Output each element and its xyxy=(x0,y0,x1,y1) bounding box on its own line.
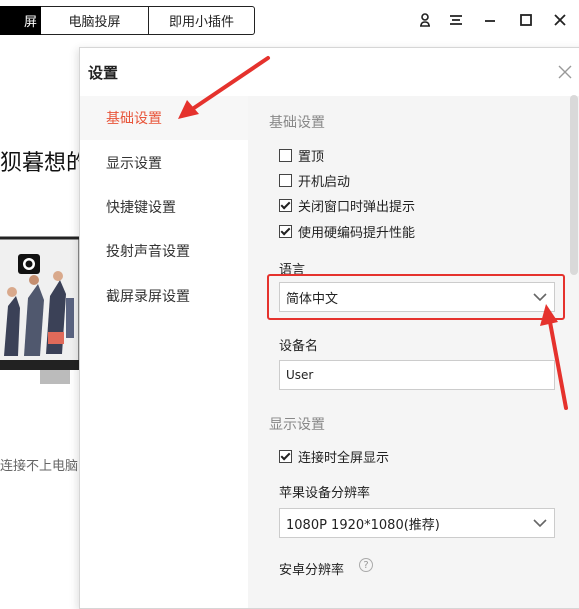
android-resolution-label: 安卓分辨率 xyxy=(279,563,345,578)
checkbox-always-on-top[interactable]: 置顶 xyxy=(279,146,324,165)
apple-resolution-select[interactable]: 1080P 1920*1080(推荐) xyxy=(279,508,555,538)
settings-content: 基础设置 置顶 开机启动 关闭窗口时弹出提示 使用硬编码提升性能 语言 简体中文… xyxy=(248,96,579,608)
section-title-basic: 基础设置 xyxy=(269,115,325,131)
nav-capture-settings[interactable]: 截屏录屏设置 xyxy=(80,274,248,318)
checkbox-close-prompt[interactable]: 关闭窗口时弹出提示 xyxy=(279,196,415,215)
maximize-icon[interactable] xyxy=(516,10,536,30)
device-name-input[interactable]: User xyxy=(279,360,555,390)
section-title-display: 显示设置 xyxy=(269,417,325,433)
checkbox-label: 使用硬编码提升性能 xyxy=(298,226,416,241)
checkbox-box[interactable] xyxy=(279,450,292,463)
dialog-close-icon[interactable] xyxy=(556,63,574,81)
nav-audio-settings[interactable]: 投射声音设置 xyxy=(80,229,248,273)
device-name-label: 设备名 xyxy=(279,339,319,354)
close-icon[interactable] xyxy=(550,10,570,30)
menu-icon[interactable] xyxy=(446,10,466,30)
checkbox-box[interactable] xyxy=(279,225,292,238)
apple-resolution-value: 1080P 1920*1080(推荐) xyxy=(286,517,440,533)
background-note: 连接不上电脑 xyxy=(0,459,79,474)
checkbox-label: 关闭窗口时弹出提示 xyxy=(298,200,416,215)
nav-basic-settings[interactable]: 基础设置 xyxy=(80,96,248,140)
checkbox-hardware-encoding[interactable]: 使用硬编码提升性能 xyxy=(279,222,415,241)
checkbox-box[interactable] xyxy=(279,149,292,162)
user-icon[interactable] xyxy=(415,10,435,30)
dialog-title: 设置 xyxy=(88,64,119,82)
settings-sidebar: 基础设置 显示设置 快捷键设置 投射声音设置 截屏录屏设置 xyxy=(80,96,248,608)
checkbox-fullscreen-on-connect[interactable]: 连接时全屏显示 xyxy=(279,447,389,466)
highlight-box xyxy=(267,274,565,320)
illustration-image xyxy=(0,214,82,386)
help-icon[interactable]: ? xyxy=(359,558,373,572)
checkbox-box[interactable] xyxy=(279,199,292,212)
nav-display-settings[interactable]: 显示设置 xyxy=(80,141,248,185)
tab-pc-cast[interactable]: 电脑投屏 xyxy=(41,6,149,35)
tab-plugins[interactable]: 即用小插件 xyxy=(149,6,255,35)
checkbox-label: 置顶 xyxy=(298,150,325,165)
scrollbar[interactable] xyxy=(570,95,578,275)
tab-bar: 屏 电脑投屏 即用小插件 xyxy=(0,6,255,35)
checkbox-label: 开机启动 xyxy=(298,175,351,190)
app-topbar: 屏 电脑投屏 即用小插件 xyxy=(0,0,579,42)
apple-resolution-label: 苹果设备分辨率 xyxy=(279,486,371,501)
minimize-icon[interactable] xyxy=(480,10,500,30)
checkbox-launch-on-startup[interactable]: 开机启动 xyxy=(279,171,350,190)
checkbox-box[interactable] xyxy=(279,174,292,187)
tab-screen[interactable]: 屏 xyxy=(0,6,41,35)
chevron-down-icon xyxy=(532,517,548,533)
checkbox-label: 连接时全屏显示 xyxy=(298,451,390,466)
nav-shortcut-settings[interactable]: 快捷键设置 xyxy=(80,185,248,229)
settings-dialog: 设置 基础设置 显示设置 快捷键设置 投射声音设置 截屏录屏设置 基础设置 置顶… xyxy=(79,47,579,609)
